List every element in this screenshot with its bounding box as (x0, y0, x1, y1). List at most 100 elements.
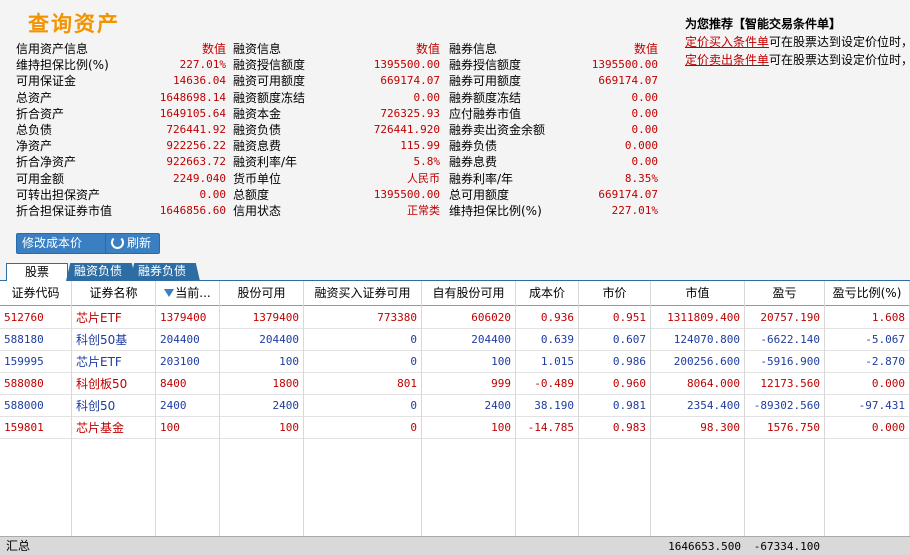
cell-plr: 1.608 (825, 307, 910, 329)
cell-margin: 801 (304, 373, 422, 395)
info-label: 折合资产 (16, 106, 65, 121)
summary-profit-loss: -67334.100 (753, 540, 820, 553)
cell-code: 512760 (0, 307, 72, 329)
cell-plr: -2.870 (825, 351, 910, 373)
table-row[interactable]: 159995 芯片ETF 203100 100 0 100 1.015 0.986 200256… (0, 351, 910, 373)
info-label: 总资产 (16, 90, 53, 105)
column-header[interactable]: 市值 (651, 281, 745, 306)
margin-label: 融资利率/年 (233, 155, 298, 170)
margin-value: 115.99 (400, 139, 440, 153)
margin-label: 融资息费 (233, 139, 282, 154)
column-header-label: 股份可用 (237, 286, 286, 300)
info-row: 折合担保证券市值 1646856.60 信用状态 正常类 维持担保比例(%) 227.01… (0, 203, 680, 219)
column-header[interactable]: 自有股份可用 (422, 281, 516, 306)
short-value: 1395500.00 (591, 58, 658, 72)
info-row: 可用金额 2249.040 货币单位 人民币 融券利率/年 8.35% (0, 171, 680, 187)
info-row: 信用资产信息 数值 融资信息 数值 融券信息 数值 (0, 41, 680, 57)
asset-info-panel: 信用资产信息 数值 融资信息 数值 融券信息 数值 维持担保比例(%) 227.01% 融资授信… (0, 41, 680, 219)
info-row: 折合净资产 922663.72 融资利率/年 5.8% 融券息费 0.00 (0, 154, 680, 170)
sort-desc-icon (164, 289, 175, 297)
table-row[interactable]: 588000 科创50 2400 2400 0 2400 38.190 0.981 2354.4… (0, 395, 910, 417)
info-row: 维持担保比例(%) 227.01% 融资授信额度 1395500.00 融券授信额度 13… (0, 57, 680, 73)
cell-price: 0.981 (579, 395, 651, 417)
column-header-label: 市价 (602, 286, 627, 300)
cell-pl: -5916.900 (745, 351, 825, 373)
cell-avail: 100 (220, 417, 304, 439)
holdings-table: 证券代码 证券名称 当前... 股份可用 融资买入证券可用 自有股份可用 成本价 市价 市值 盈亏… (0, 281, 910, 555)
cell-margin: 0 (304, 417, 422, 439)
table-row[interactable]: 588080 科创板50 8400 1800 801 999 -0.489 0.960 8064… (0, 373, 910, 395)
info-row: 总负债 726441.92 融资负债 726441.920 融券卖出资金余额 0.00 (0, 122, 680, 138)
cell-code: 588080 (0, 373, 72, 395)
cell-cost: 1.015 (516, 351, 579, 373)
info-value: 数值 (201, 42, 226, 56)
table-row[interactable]: 588180 科创50基 204400 204400 0 204400 0.639 0.607… (0, 329, 910, 351)
cell-name: 科创板50 (72, 373, 156, 395)
cell-margin: 0 (304, 329, 422, 351)
cell-pl: 1576.750 (745, 417, 825, 439)
column-header[interactable]: 当前... (156, 281, 220, 306)
margin-value: 人民币 (407, 171, 440, 185)
column-header-label: 自有股份可用 (432, 286, 505, 300)
table-row[interactable]: 159801 芯片基金 100 100 0 100 -14.785 0.983 98.300 15… (0, 417, 910, 439)
info-row: 折合资产 1649105.64 融资本金 726325.93 应付融券市值 0.00 (0, 106, 680, 122)
margin-value: 726325.93 (380, 106, 440, 120)
short-label: 应付融券市值 (449, 106, 522, 121)
column-header-label: 盈亏 (772, 286, 797, 300)
cell-avail: 2400 (220, 395, 304, 417)
column-header[interactable]: 证券代码 (0, 281, 72, 306)
cell-price: 0.960 (579, 373, 651, 395)
column-header[interactable]: 盈亏比例(%) (825, 281, 910, 306)
cell-avail: 1379400 (220, 307, 304, 329)
margin-label: 融资负债 (233, 122, 282, 137)
cell-cur: 204400 (156, 329, 220, 351)
tab-margin-debt[interactable]: 融资负债 (66, 263, 136, 281)
cell-mv: 1311809.400 (651, 307, 745, 329)
cell-margin: 0 (304, 395, 422, 417)
column-header[interactable]: 成本价 (516, 281, 579, 306)
margin-value: 数值 (415, 42, 440, 56)
tab-bar: 股票 融资负债 融券负债 (0, 262, 910, 282)
margin-label: 总额度 (233, 187, 270, 202)
cell-mv: 2354.400 (651, 395, 745, 417)
cell-cost: 38.190 (516, 395, 579, 417)
cell-cur: 2400 (156, 395, 220, 417)
short-value: 227.01% (611, 203, 658, 217)
sell-condition-link[interactable]: 定价卖出条件单 (685, 53, 769, 67)
cell-cur: 203100 (156, 351, 220, 373)
short-label: 融券额度冻结 (449, 90, 522, 105)
column-header[interactable]: 盈亏 (745, 281, 825, 306)
info-label: 折合担保证券市值 (16, 203, 113, 218)
info-row: 总资产 1648698.14 融资额度冻结 0.00 融券额度冻结 0.00 (0, 90, 680, 106)
modify-cost-button[interactable]: 修改成本价 (16, 233, 114, 254)
info-value: 1646856.60 (159, 203, 226, 217)
info-row: 可用保证金 14636.04 融资可用额度 669174.07 融券可用额度 669174… (0, 73, 680, 89)
info-label: 折合净资产 (16, 155, 77, 170)
margin-label: 融资可用额度 (233, 74, 306, 89)
margin-label: 货币单位 (233, 171, 282, 186)
info-value: 0.00 (199, 187, 227, 201)
margin-label: 融资授信额度 (233, 58, 306, 73)
margin-value: 5.8% (413, 155, 441, 169)
short-value: 0.00 (631, 106, 659, 120)
summary-market-value: 1646653.500 (668, 540, 741, 553)
tab-stocks[interactable]: 股票 (6, 263, 68, 282)
summary-row: 汇总 1646653.500 -67334.100 (0, 536, 910, 555)
refresh-button[interactable]: 刷新 (105, 233, 160, 254)
cell-mv: 8064.000 (651, 373, 745, 395)
short-value: 数值 (633, 42, 658, 56)
column-header-label: 证券名称 (89, 286, 138, 300)
tab-short-debt[interactable]: 融券负债 (130, 263, 200, 281)
margin-value: 1395500.00 (373, 187, 440, 201)
column-header[interactable]: 股份可用 (220, 281, 304, 306)
column-header[interactable]: 融资买入证券可用 (304, 281, 422, 306)
cell-price: 0.951 (579, 307, 651, 329)
buy-condition-link[interactable]: 定价买入条件单 (685, 35, 769, 49)
cell-code: 159995 (0, 351, 72, 373)
column-header[interactable]: 市价 (579, 281, 651, 306)
margin-value: 726441.920 (373, 122, 440, 136)
column-header[interactable]: 证券名称 (72, 281, 156, 306)
table-row[interactable]: 512760 芯片ETF 1379400 1379400 773380 606020 0.9… (0, 307, 910, 329)
cell-name: 科创50基 (72, 329, 156, 351)
margin-value: 正常类 (407, 203, 440, 217)
